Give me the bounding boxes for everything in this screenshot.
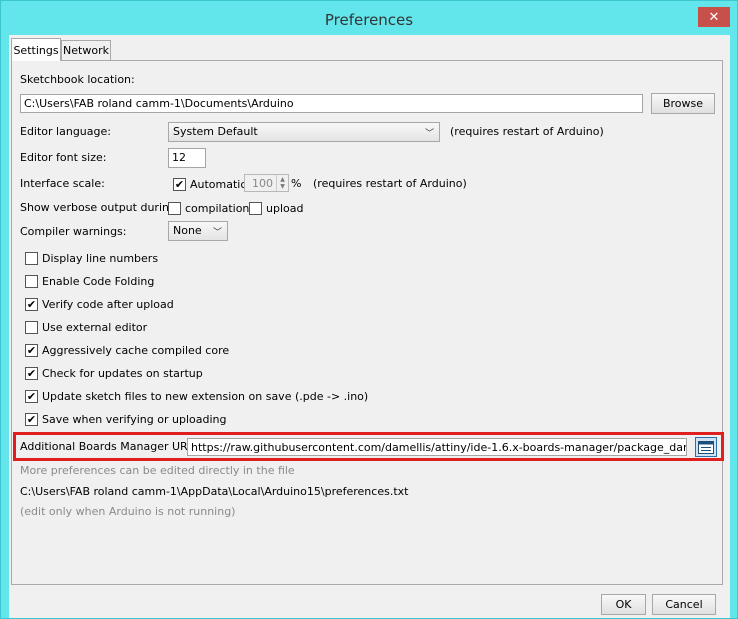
interface-scale-value: 100 bbox=[252, 177, 273, 190]
compiler-warnings-value: None bbox=[173, 224, 202, 237]
tab-network-label: Network bbox=[63, 44, 109, 57]
ok-button[interactable]: OK bbox=[601, 594, 646, 615]
checkmark-icon: ✔ bbox=[25, 343, 38, 357]
compilation-label: compilation bbox=[185, 201, 250, 215]
checkmark-icon: ✔ bbox=[25, 389, 38, 403]
verbose-upload-checkbox[interactable]: upload bbox=[249, 200, 303, 216]
tab-settings-label: Settings bbox=[13, 43, 59, 57]
option-use-external-editor[interactable]: Use external editor bbox=[25, 319, 147, 335]
preferences-file-path: C:\Users\FAB roland camm-1\AppData\Local… bbox=[20, 485, 409, 498]
option-display-line-numbers[interactable]: Display line numbers bbox=[25, 250, 158, 266]
spinner-arrows-icon[interactable]: ▲ ▼ bbox=[276, 175, 288, 191]
checkbox-box bbox=[25, 251, 38, 265]
option-cache-compiled-core[interactable]: ✔ Aggressively cache compiled core bbox=[25, 342, 229, 358]
option-label: Verify code after upload bbox=[42, 297, 174, 311]
checkmark-icon: ✔ bbox=[25, 297, 38, 311]
close-icon: ✕ bbox=[708, 9, 720, 25]
editor-font-size-input[interactable]: 12 bbox=[168, 148, 206, 168]
editor-language-note: (requires restart of Arduino) bbox=[450, 125, 604, 138]
option-enable-code-folding[interactable]: Enable Code Folding bbox=[25, 273, 154, 289]
window-title: Preferences bbox=[324, 11, 414, 29]
compiler-warnings-label: Compiler warnings: bbox=[20, 225, 127, 238]
browse-button[interactable]: Browse bbox=[651, 93, 715, 114]
verbose-output-label: Show verbose output during: bbox=[20, 201, 180, 214]
checkmark-icon: ✔ bbox=[25, 366, 38, 380]
option-save-when-verifying[interactable]: ✔ Save when verifying or uploading bbox=[25, 411, 226, 427]
checkbox-box bbox=[168, 201, 181, 215]
editor-font-size-label: Editor font size: bbox=[20, 151, 107, 164]
interface-scale-automatic-checkbox[interactable]: ✔ Automatic bbox=[173, 176, 246, 192]
interface-scale-spinner[interactable]: 100 ▲ ▼ bbox=[244, 174, 289, 192]
preferences-window: Preferences ✕ Settings Network Sketchboo… bbox=[0, 0, 738, 619]
checkbox-box bbox=[249, 201, 262, 215]
more-preferences-text: More preferences can be edited directly … bbox=[20, 464, 295, 477]
checkmark-icon: ✔ bbox=[173, 177, 186, 191]
settings-panel: Sketchbook location: C:\Users\FAB roland… bbox=[11, 60, 723, 585]
edit-note: (edit only when Arduino is not running) bbox=[20, 505, 236, 518]
verbose-compilation-checkbox[interactable]: compilation bbox=[168, 200, 249, 216]
option-label: Check for updates on startup bbox=[42, 366, 203, 380]
editor-language-select[interactable]: System Default ﹀ bbox=[168, 122, 440, 142]
option-label: Enable Code Folding bbox=[42, 274, 155, 288]
option-label: Aggressively cache compiled core bbox=[42, 343, 230, 357]
option-check-updates[interactable]: ✔ Check for updates on startup bbox=[25, 365, 203, 381]
percent-unit: % bbox=[291, 177, 302, 190]
chevron-down-icon: ﹀ bbox=[424, 129, 434, 139]
highlight-annotation bbox=[13, 432, 724, 461]
compiler-warnings-select[interactable]: None ﹀ bbox=[168, 221, 228, 241]
option-label: Display line numbers bbox=[42, 251, 159, 265]
checkmark-icon: ✔ bbox=[25, 412, 38, 426]
upload-label: upload bbox=[266, 201, 304, 215]
editor-language-value: System Default bbox=[173, 125, 258, 138]
interface-scale-note: (requires restart of Arduino) bbox=[313, 177, 467, 190]
option-label: Save when verifying or uploading bbox=[42, 412, 227, 426]
option-label: Use external editor bbox=[42, 320, 148, 334]
option-verify-after-upload[interactable]: ✔ Verify code after upload bbox=[25, 296, 174, 312]
dialog-body: Settings Network Sketchbook location: C:… bbox=[9, 35, 730, 618]
editor-language-label: Editor language: bbox=[20, 125, 111, 138]
sketchbook-label: Sketchbook location: bbox=[20, 73, 135, 86]
tab-network[interactable]: Network bbox=[61, 40, 111, 60]
checkbox-box bbox=[25, 320, 38, 334]
close-button[interactable]: ✕ bbox=[698, 7, 730, 27]
interface-scale-label: Interface scale: bbox=[20, 177, 105, 190]
automatic-label: Automatic bbox=[190, 177, 247, 191]
tab-settings[interactable]: Settings bbox=[11, 38, 61, 61]
option-update-sketch-extension[interactable]: ✔ Update sketch files to new extension o… bbox=[25, 388, 368, 404]
title-bar[interactable]: Preferences ✕ bbox=[1, 1, 737, 35]
option-label: Update sketch files to new extension on … bbox=[42, 389, 369, 403]
cancel-button[interactable]: Cancel bbox=[652, 594, 716, 615]
sketchbook-location-input[interactable]: C:\Users\FAB roland camm-1\Documents\Ard… bbox=[20, 94, 643, 113]
checkbox-box bbox=[25, 274, 38, 288]
chevron-down-icon: ﹀ bbox=[212, 228, 222, 238]
